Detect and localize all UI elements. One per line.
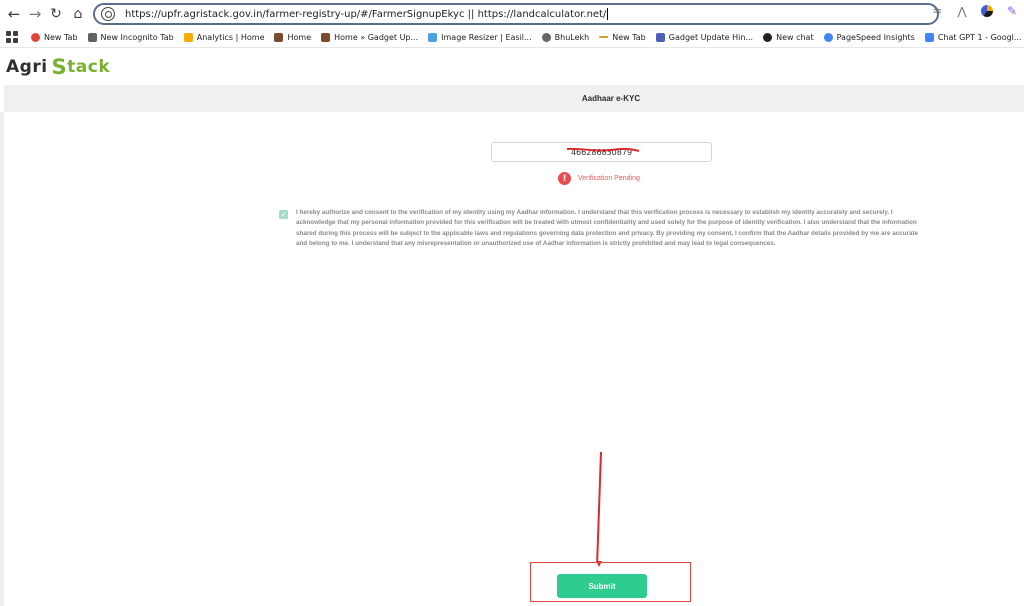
alert-icon: ! <box>558 172 571 185</box>
bookmark-label: BhuLekh <box>554 32 590 42</box>
consent-checkbox[interactable]: ✓ <box>279 210 288 219</box>
emblem-icon <box>541 32 551 42</box>
bookmark-item[interactable]: Chat GPT 1 - Googl... <box>924 32 1022 42</box>
annotation-arrow-line <box>596 451 602 562</box>
bookmark-label: New Tab <box>44 32 78 42</box>
bookmark-item[interactable]: PageSpeed Insights <box>823 32 915 42</box>
extension-wave-icon[interactable]: ♒ <box>930 4 944 18</box>
incognito-icon <box>87 32 97 42</box>
aadhaar-number-field[interactable]: 466286830879 <box>491 142 712 162</box>
bookmark-item[interactable]: Image Resizer | Easil... <box>428 32 532 42</box>
docs-icon <box>924 32 934 42</box>
ekyc-form: 466286830879 ! Verification Pending ✓ I … <box>0 112 1024 606</box>
red-arc-icon <box>31 32 40 42</box>
verification-status-text: Verification Pending <box>578 175 640 182</box>
bookmark-label: Home <box>287 32 312 42</box>
bookmark-item[interactable]: New chat <box>763 32 814 42</box>
bookmark-item[interactable]: New Tab <box>599 33 646 42</box>
pagespeed-icon <box>823 32 833 42</box>
consent-text: I hereby authorize and consent to the ve… <box>296 209 919 247</box>
bookmark-list: New Tab New Incognito Tab Analytics | Home… <box>31 32 1024 42</box>
chatgpt-icon <box>763 32 773 42</box>
site-header: Agri S tack <box>0 48 1024 85</box>
bookmark-item[interactable]: New Incognito Tab <box>87 32 174 42</box>
logo-agri-text: Agri <box>6 56 48 77</box>
agristack-logo[interactable]: Agri S tack <box>6 54 111 79</box>
bookmark-label: Gadget Update Hin... <box>668 32 754 42</box>
bookmark-label: New chat <box>776 32 814 42</box>
logo-s-text: S <box>51 54 68 79</box>
logo-tack-text: tack <box>67 56 111 77</box>
submit-button[interactable]: Submit <box>557 574 647 598</box>
bookmark-label: Analytics | Home <box>196 32 265 42</box>
bookmark-item[interactable]: Analytics | Home <box>183 32 265 42</box>
bookmarks-bar: New Tab New Incognito Tab Analytics | Home… <box>0 27 1024 48</box>
bookmark-label: Home » Gadget Up... <box>334 32 419 42</box>
bookmark-item[interactable]: New Tab <box>31 32 78 42</box>
bookmark-label: Chat GPT 1 - Googl... <box>937 32 1022 42</box>
bookmark-label: New Tab <box>612 32 646 42</box>
apps-grid-icon[interactable] <box>6 31 18 43</box>
forward-arrow-icon[interactable]: → <box>24 3 46 25</box>
bookmark-label: PageSpeed Insights <box>836 32 915 42</box>
reload-icon[interactable]: ↻ <box>45 3 67 25</box>
bookmark-label: New Incognito Tab <box>100 32 174 42</box>
home-icon[interactable]: ⌂ <box>67 3 89 25</box>
page-title: Aadhaar e-KYC <box>4 85 1024 112</box>
browser-toolbar: ← → ↻ ⌂ https://upfr.agristack.gov.in/fa… <box>0 0 1024 27</box>
bookmark-item[interactable]: Gadget Update Hin... <box>655 32 754 42</box>
text-caret <box>607 8 609 20</box>
bookmark-item[interactable]: Home <box>274 32 312 42</box>
redaction-scribble <box>566 147 640 152</box>
address-bar[interactable]: https://upfr.agristack.gov.in/farmer-reg… <box>93 3 939 25</box>
extension-caret-icon[interactable]: ⋀ <box>955 4 969 18</box>
back-arrow-icon[interactable]: ← <box>3 3 25 25</box>
analytics-icon <box>183 32 193 42</box>
bookmark-item[interactable]: BhuLekh <box>541 32 590 42</box>
url-text[interactable]: https://upfr.agristack.gov.in/farmer-reg… <box>125 9 606 20</box>
dash-icon <box>599 36 609 38</box>
site-info-icon[interactable] <box>101 7 115 21</box>
blogger-icon <box>274 32 284 42</box>
extension-circle-icon[interactable] <box>980 4 994 18</box>
extension-pen-icon[interactable]: ✎ <box>1005 4 1019 18</box>
extensions-area: ♒ ⋀ ✎ <box>930 4 1024 18</box>
image-icon <box>428 32 438 42</box>
bookmark-item[interactable]: Home » Gadget Up... <box>321 32 419 42</box>
bookmark-label: Image Resizer | Easil... <box>441 32 532 42</box>
verification-status: ! Verification Pending <box>558 172 640 185</box>
blogger-icon <box>321 32 331 42</box>
gadget-icon <box>655 32 665 42</box>
